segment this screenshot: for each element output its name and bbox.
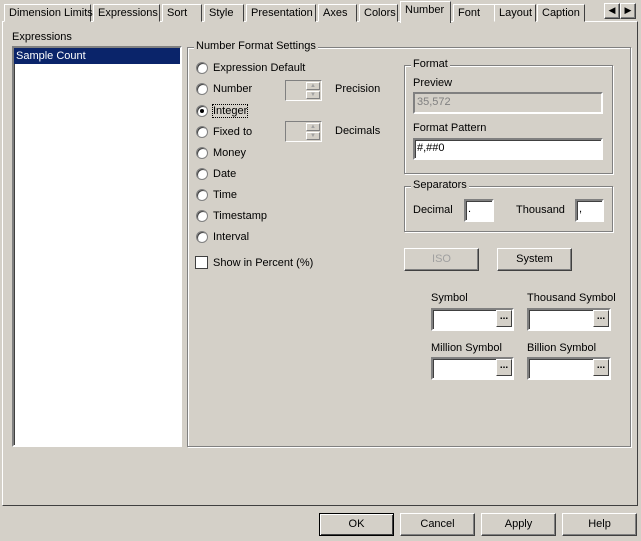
thousand-label: Thousand [516, 204, 565, 216]
radio-time[interactable]: Time [196, 189, 237, 201]
list-item[interactable]: Sample Count [14, 48, 180, 64]
help-button[interactable]: Help [562, 513, 637, 536]
browse-button[interactable]: ... [593, 359, 609, 376]
tab-number[interactable]: Number [400, 1, 451, 23]
tab-expressions[interactable]: Expressions [93, 4, 160, 22]
show-percent-checkbox[interactable]: Show in Percent (%) [195, 256, 313, 269]
radio-money[interactable]: Money [196, 147, 246, 159]
thousand-symbol-input[interactable]: ... [527, 308, 611, 331]
thousand-separator-input[interactable]: , [575, 199, 604, 222]
tab-caption[interactable]: Caption [537, 4, 585, 22]
cancel-button[interactable]: Cancel [400, 513, 475, 536]
tab-dimension-limits[interactable]: Dimension Limits [4, 4, 93, 22]
arrow-right-icon: ▶ [624, 5, 632, 15]
decimals-stepper[interactable]: ▲ ▼ [285, 121, 322, 142]
precision-label: Precision [335, 83, 381, 95]
up-icon: ▲ [306, 123, 320, 131]
expressions-label: Expressions [12, 31, 72, 43]
tab-font[interactable]: Font [453, 4, 500, 22]
tab-scroll-left-button[interactable]: ◀ [604, 3, 620, 19]
decimal-separator-input[interactable]: . [464, 199, 494, 222]
tab-axes[interactable]: Axes [318, 4, 357, 22]
browse-button[interactable]: ... [496, 359, 512, 376]
apply-button[interactable]: Apply [481, 513, 556, 536]
group-title: Number Format Settings [194, 40, 318, 52]
preview-field: 35,572 [413, 92, 603, 114]
million-symbol-label: Million Symbol [431, 342, 502, 354]
billion-symbol-input[interactable]: ... [527, 357, 611, 380]
radio-integer[interactable]: Integer [196, 104, 249, 118]
million-symbol-input[interactable]: ... [431, 357, 514, 380]
iso-button[interactable]: ISO [404, 248, 479, 271]
down-icon: ▼ [306, 91, 320, 99]
symbol-label: Symbol [431, 292, 468, 304]
browse-button[interactable]: ... [496, 310, 512, 327]
tab-presentation[interactable]: Presentation [246, 4, 316, 22]
symbol-input[interactable]: ... [431, 308, 514, 331]
tab-sort[interactable]: Sort [162, 4, 202, 22]
ok-button[interactable]: OK [319, 513, 394, 536]
tab-scroll-right-button[interactable]: ▶ [620, 3, 636, 19]
decimal-label: Decimal [413, 204, 453, 216]
decimals-label: Decimals [335, 125, 381, 137]
billion-symbol-label: Billion Symbol [527, 342, 597, 354]
browse-button[interactable]: ... [593, 310, 609, 327]
arrow-left-icon: ◀ [608, 5, 616, 15]
system-button[interactable]: System [497, 248, 572, 271]
radio-date[interactable]: Date [196, 168, 236, 180]
expressions-list[interactable]: Sample Count [12, 46, 182, 447]
up-icon: ▲ [306, 82, 320, 90]
down-icon: ▼ [306, 132, 320, 140]
format-pattern-input[interactable]: #,##0 [413, 138, 603, 160]
radio-fixed-to[interactable]: Fixed to [196, 126, 252, 138]
radio-timestamp[interactable]: Timestamp [196, 210, 267, 222]
precision-stepper[interactable]: ▲ ▼ [285, 80, 322, 101]
tab-style[interactable]: Style [204, 4, 244, 22]
radio-number[interactable]: Number [196, 83, 252, 95]
preview-label: Preview [413, 77, 453, 89]
tab-colors[interactable]: Colors [359, 4, 398, 22]
format-pattern-label: Format Pattern [413, 122, 487, 134]
tab-layout[interactable]: Layout [494, 4, 536, 22]
radio-expression-default[interactable]: Expression Default [196, 62, 305, 74]
thousand-symbol-label: Thousand Symbol [527, 292, 616, 304]
radio-interval[interactable]: Interval [196, 231, 249, 243]
